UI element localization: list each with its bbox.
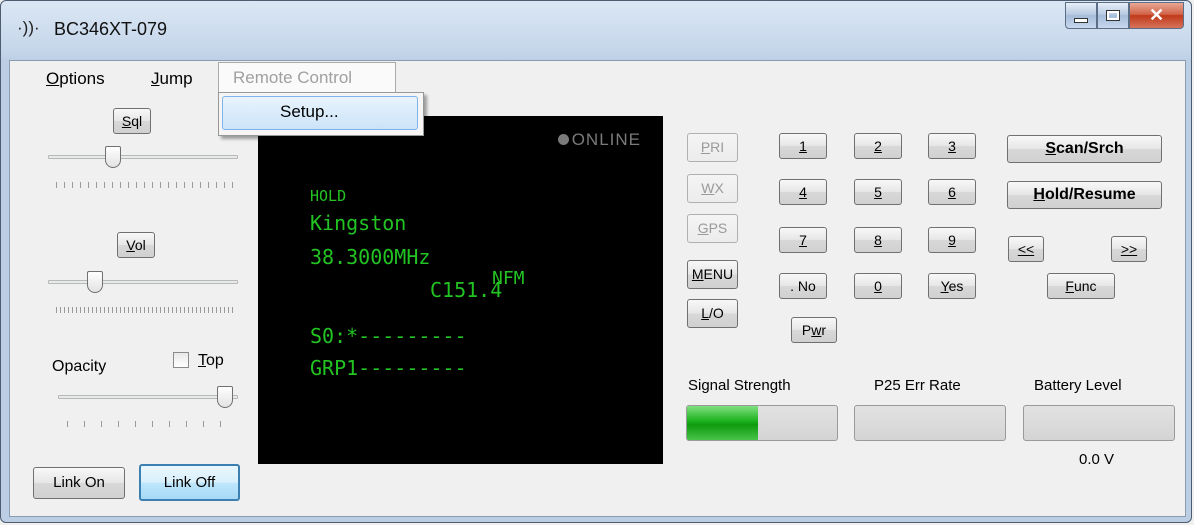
- sql-slider-track[interactable]: [48, 155, 238, 159]
- key-7-label: 7: [799, 232, 807, 248]
- key-5-button[interactable]: 5: [854, 179, 902, 205]
- online-dot-icon: [557, 134, 569, 145]
- key-2-button[interactable]: 2: [854, 133, 902, 159]
- maximize-icon: [1106, 10, 1120, 21]
- key-6-button[interactable]: 6: [928, 179, 976, 205]
- online-text: ONLINE: [571, 130, 641, 149]
- maximize-button[interactable]: [1097, 2, 1129, 29]
- key-5-label: 5: [874, 184, 882, 200]
- display-frequency: 38.3000MHz: [310, 245, 431, 269]
- window-title: BC346XT-079: [54, 19, 168, 39]
- menu-remote-control[interactable]: Remote Control: [218, 62, 396, 92]
- pri-button[interactable]: PRI: [687, 133, 738, 162]
- key-8-button[interactable]: 8: [854, 227, 902, 253]
- menu-button[interactable]: MENU: [687, 260, 738, 289]
- key-0-button[interactable]: 0: [854, 273, 902, 299]
- key-4-button[interactable]: 4: [779, 179, 827, 205]
- display-tone: C151.4: [430, 278, 503, 302]
- previous-label: <<: [1017, 241, 1035, 257]
- yes-button[interactable]: Yes: [928, 273, 976, 299]
- previous-button[interactable]: <<: [1008, 236, 1044, 262]
- vol-slider-track[interactable]: [48, 280, 238, 284]
- pwr-button[interactable]: Pwr: [791, 317, 837, 343]
- sql-slider-ticks: [56, 182, 236, 188]
- key-1-button[interactable]: 1: [779, 133, 827, 159]
- signal-strength-label: Signal Strength: [688, 377, 791, 394]
- key-6-label: 6: [948, 184, 956, 200]
- link-off-button[interactable]: Link Off: [139, 464, 240, 501]
- key-3-label: 3: [948, 138, 956, 154]
- hold-resume-button[interactable]: Hold/Resume: [1007, 181, 1162, 209]
- vol-slider-ticks: [56, 307, 236, 313]
- close-icon: ✕: [1148, 5, 1165, 25]
- key-2-label: 2: [874, 138, 882, 154]
- next-button[interactable]: >>: [1111, 236, 1147, 262]
- gps-button[interactable]: GPS: [687, 214, 738, 243]
- app-window: ·))· BC346XT-079 ✕ Options Jump Remote C…: [0, 0, 1192, 523]
- top-checkbox[interactable]: [173, 352, 189, 368]
- scan-search-button[interactable]: Scan/Srch: [1007, 135, 1162, 163]
- link-on-button[interactable]: Link On: [33, 467, 125, 499]
- func-button[interactable]: Func: [1047, 273, 1115, 299]
- battery-voltage: 0.0 V: [1079, 451, 1115, 468]
- title-bar[interactable]: ·))· BC346XT-079 ✕: [1, 1, 1191, 61]
- close-button[interactable]: ✕: [1129, 2, 1184, 29]
- menu-jump[interactable]: Jump: [151, 69, 193, 89]
- display-group: GRP1---------: [310, 356, 467, 380]
- vol-button[interactable]: Vol: [117, 232, 155, 258]
- key-1-label: 1: [799, 138, 807, 154]
- opacity-slider-thumb[interactable]: [217, 386, 233, 408]
- dot-no-button[interactable]: . No: [779, 273, 827, 299]
- menu-item-setup[interactable]: Setup...: [222, 96, 418, 130]
- menu-options-rest: ptions: [59, 69, 105, 88]
- opacity-slider-ticks: [67, 421, 227, 427]
- menu-bar: Options Jump Remote Control: [10, 61, 1185, 93]
- display-s0: S0:*---------: [310, 324, 467, 348]
- menu-jump-rest: ump: [159, 69, 193, 88]
- p25-err-rate-meter: [854, 405, 1006, 441]
- top-label: Top: [198, 352, 224, 369]
- battery-level-label: Battery Level: [1034, 377, 1122, 394]
- display-hold: HOLD: [310, 187, 347, 205]
- vol-slider-thumb[interactable]: [87, 271, 103, 293]
- lo-button[interactable]: L/O: [687, 299, 738, 328]
- sql-button[interactable]: Sql: [113, 108, 151, 134]
- opacity-slider-track[interactable]: [58, 395, 238, 399]
- display-channel-name: Kingston: [310, 211, 407, 235]
- key-4-label: 4: [799, 184, 807, 200]
- menu-options[interactable]: Options: [46, 69, 105, 89]
- key-9-label: 9: [948, 232, 956, 248]
- client-area: Options Jump Remote Control Setup... Sql…: [9, 60, 1186, 517]
- next-label: >>: [1120, 241, 1138, 257]
- wx-button[interactable]: WX: [687, 174, 738, 203]
- minimize-button[interactable]: [1065, 2, 1097, 29]
- signal-strength-meter: [686, 405, 838, 441]
- key-3-button[interactable]: 3: [928, 133, 976, 159]
- signal-waves-icon: ·))·: [17, 18, 40, 37]
- online-indicator: ONLINE: [557, 130, 641, 150]
- key-7-button[interactable]: 7: [779, 227, 827, 253]
- minimize-icon: [1074, 17, 1088, 23]
- window-controls: ✕: [1065, 2, 1184, 30]
- opacity-label: Opacity: [52, 358, 107, 375]
- remote-control-dropdown: Setup...: [218, 92, 424, 136]
- key-9-button[interactable]: 9: [928, 227, 976, 253]
- battery-level-meter: [1023, 405, 1175, 441]
- scanner-display: ONLINE HOLD Kingston 38.3000MHz NFM C151…: [258, 116, 663, 464]
- key-8-label: 8: [874, 232, 882, 248]
- signal-strength-fill: [687, 406, 758, 440]
- key-0-label: 0: [874, 278, 882, 294]
- p25-err-rate-label: P25 Err Rate: [874, 377, 961, 394]
- sql-slider-thumb[interactable]: [105, 146, 121, 168]
